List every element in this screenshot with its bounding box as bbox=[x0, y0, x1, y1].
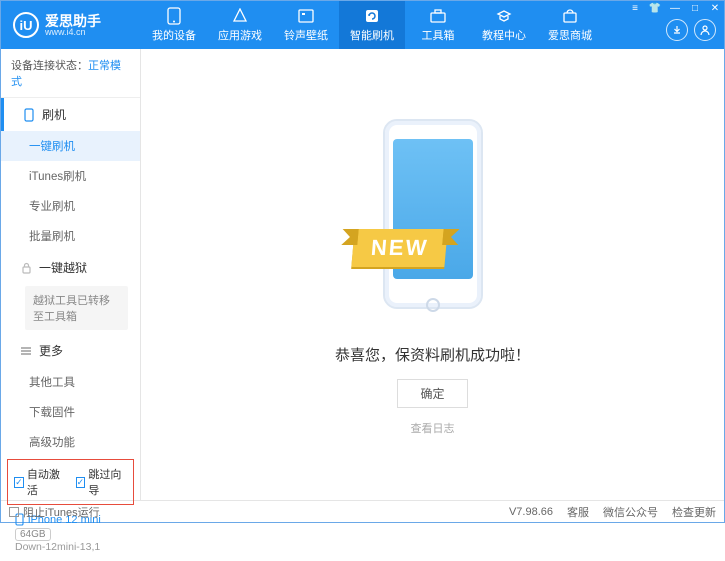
device-firmware: Down-12mini-13,1 bbox=[15, 541, 130, 553]
nav-apps[interactable]: 应用游戏 bbox=[207, 1, 273, 49]
main-content: NEW 恭喜您，保资料刷机成功啦！ 确定 查看日志 bbox=[141, 49, 724, 500]
app-url: www.i4.cn bbox=[45, 28, 101, 37]
nav-label: 我的设备 bbox=[152, 27, 196, 43]
checkbox-label: 自动激活 bbox=[27, 466, 66, 498]
app-title: 爱思助手 bbox=[45, 14, 101, 28]
logo-icon: iU bbox=[13, 12, 39, 38]
success-message: 恭喜您，保资料刷机成功啦！ bbox=[335, 344, 530, 365]
window-controls: ≡ 👕 — □ ✕ bbox=[626, 1, 724, 15]
device-storage: 64GB bbox=[15, 528, 51, 541]
wallpaper-icon bbox=[297, 7, 315, 25]
menu-button[interactable]: ≡ bbox=[626, 1, 644, 15]
nav-toolbox[interactable]: 工具箱 bbox=[405, 1, 471, 49]
checkbox-skip-guide[interactable]: ✓跳过向导 bbox=[76, 466, 128, 498]
lock-icon bbox=[19, 261, 33, 275]
version-label: V7.98.66 bbox=[509, 506, 553, 518]
section-label: 一键越狱 bbox=[39, 259, 87, 276]
nav-label: 教程中心 bbox=[482, 27, 526, 43]
sidebar-section-jailbreak[interactable]: 一键越狱 bbox=[1, 251, 140, 284]
status-label: 设备连接状态： bbox=[11, 60, 88, 72]
apps-icon bbox=[231, 7, 249, 25]
sidebar-item-itunes-flash[interactable]: iTunes刷机 bbox=[1, 161, 140, 191]
nav-label: 铃声壁纸 bbox=[284, 27, 328, 43]
confirm-button[interactable]: 确定 bbox=[397, 379, 467, 408]
nav-label: 应用游戏 bbox=[218, 27, 262, 43]
nav-store[interactable]: 爱思商城 bbox=[537, 1, 603, 49]
flash-icon bbox=[363, 7, 381, 25]
nav-label: 工具箱 bbox=[422, 27, 455, 43]
close-button[interactable]: ✕ bbox=[706, 1, 724, 15]
section-label: 更多 bbox=[39, 342, 63, 359]
sidebar-section-more[interactable]: 更多 bbox=[1, 334, 140, 367]
sidebar-section-flash[interactable]: 刷机 bbox=[1, 98, 140, 131]
connection-status: 设备连接状态：正常模式 bbox=[1, 49, 140, 98]
support-link[interactable]: 客服 bbox=[567, 504, 589, 520]
nav-tutorials[interactable]: 教程中心 bbox=[471, 1, 537, 49]
more-icon bbox=[19, 344, 33, 358]
sidebar-item-pro-flash[interactable]: 专业刷机 bbox=[1, 191, 140, 221]
section-label: 刷机 bbox=[42, 106, 66, 123]
wechat-link[interactable]: 微信公众号 bbox=[603, 504, 658, 520]
toolbox-icon bbox=[429, 7, 447, 25]
sidebar-item-batch-flash[interactable]: 批量刷机 bbox=[1, 221, 140, 251]
maximize-button[interactable]: □ bbox=[686, 1, 704, 15]
nav-label: 智能刷机 bbox=[350, 27, 394, 43]
nav-flash[interactable]: 智能刷机 bbox=[339, 1, 405, 49]
view-log-link[interactable]: 查看日志 bbox=[411, 420, 455, 436]
nav-ringtones[interactable]: 铃声壁纸 bbox=[273, 1, 339, 49]
nav-my-device[interactable]: 我的设备 bbox=[141, 1, 207, 49]
app-header: iU 爱思助手 www.i4.cn 我的设备 应用游戏 铃声壁纸 智能刷机 工具… bbox=[1, 1, 724, 49]
checkbox-block-itunes[interactable]: 阻止iTunes运行 bbox=[9, 504, 100, 520]
store-icon bbox=[561, 7, 579, 25]
sidebar-item-download-firmware[interactable]: 下载固件 bbox=[1, 397, 140, 427]
checkbox-auto-activate[interactable]: ✓自动激活 bbox=[14, 466, 66, 498]
download-button[interactable] bbox=[666, 19, 688, 41]
new-ribbon: NEW bbox=[351, 229, 448, 267]
phone-icon bbox=[165, 7, 183, 25]
tutorial-icon bbox=[495, 7, 513, 25]
sidebar-item-advanced[interactable]: 高级功能 bbox=[1, 427, 140, 457]
checkbox-label: 阻止iTunes运行 bbox=[23, 504, 100, 520]
logo-area: iU 爱思助手 www.i4.cn bbox=[1, 12, 141, 38]
nav-label: 爱思商城 bbox=[548, 27, 592, 43]
sidebar-item-onekey-flash[interactable]: 一键刷机 bbox=[1, 131, 140, 161]
sidebar: 设备连接状态：正常模式 刷机 一键刷机 iTunes刷机 专业刷机 批量刷机 一… bbox=[1, 49, 141, 500]
check-update-link[interactable]: 检查更新 bbox=[672, 504, 716, 520]
sidebar-item-other-tools[interactable]: 其他工具 bbox=[1, 367, 140, 397]
minimize-button[interactable]: — bbox=[666, 1, 684, 15]
phone-small-icon bbox=[22, 108, 36, 122]
options-highlight-box: ✓自动激活 ✓跳过向导 bbox=[7, 459, 134, 505]
phone-illustration: NEW bbox=[358, 114, 508, 324]
user-button[interactable] bbox=[694, 19, 716, 41]
jailbreak-note: 越狱工具已转移至工具箱 bbox=[25, 286, 128, 330]
checkbox-label: 跳过向导 bbox=[88, 466, 127, 498]
skin-button[interactable]: 👕 bbox=[646, 1, 664, 15]
